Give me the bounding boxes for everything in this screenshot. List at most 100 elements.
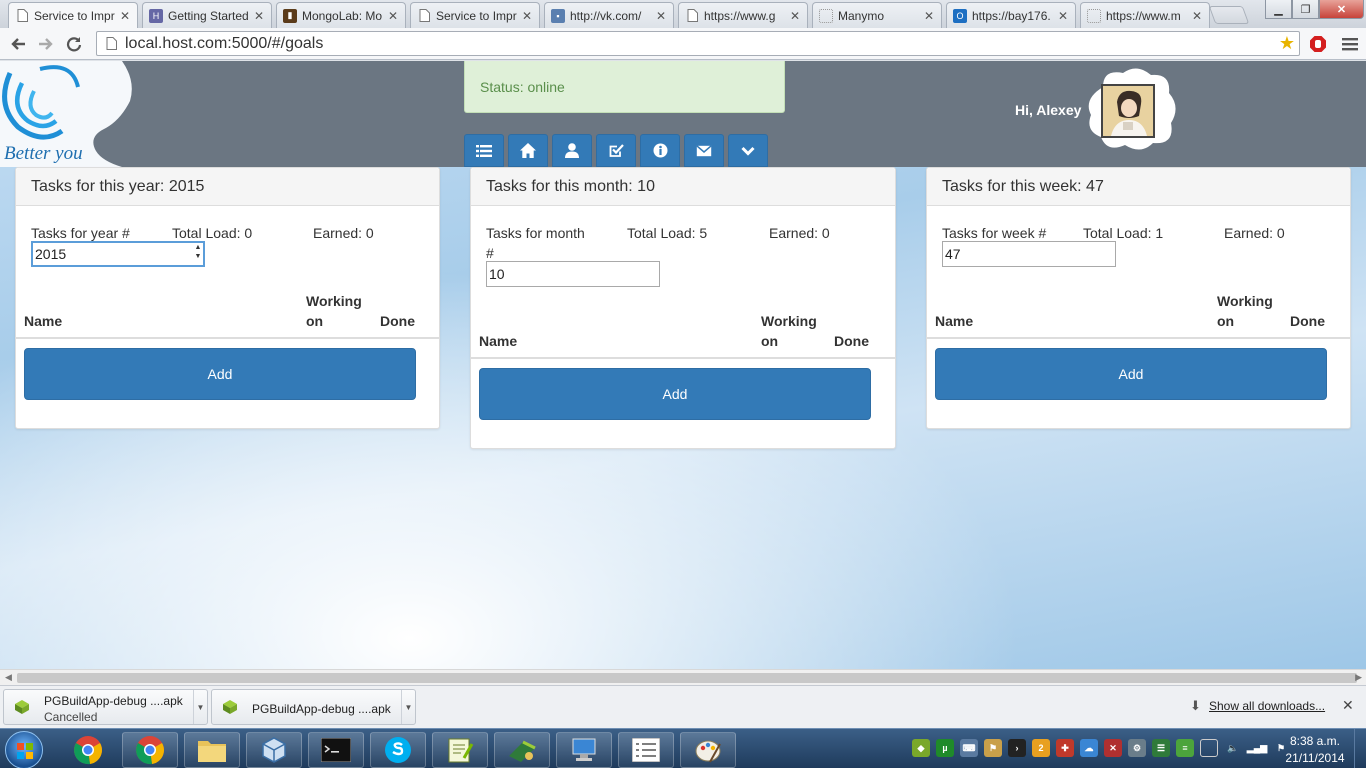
scroll-right-arrow-icon[interactable]: ▶ xyxy=(1355,672,1362,683)
col-working-on: Working on xyxy=(761,313,817,349)
maximize-button[interactable]: ❐ xyxy=(1292,0,1319,19)
tray-app-icon[interactable]: ☰ xyxy=(1152,739,1170,757)
tray-utorrent-icon[interactable]: µ xyxy=(936,739,954,757)
tray-flag-icon[interactable]: ⚑ xyxy=(984,739,1002,757)
download-item[interactable]: PGBuildApp-debug ....apk ▼ xyxy=(211,689,416,725)
tab-title: https://bay176. xyxy=(972,8,1051,23)
new-tab-button[interactable] xyxy=(1208,6,1250,24)
forward-button[interactable] xyxy=(34,32,58,56)
horizontal-scrollbar[interactable]: ◀ ▶ xyxy=(0,669,1366,685)
tray-gear-icon[interactable]: ⚙ xyxy=(1128,739,1146,757)
address-bar[interactable]: ★ xyxy=(96,31,1300,56)
show-desktop-button[interactable] xyxy=(1354,729,1366,768)
scroll-left-arrow-icon[interactable]: ◀ xyxy=(5,672,12,683)
close-icon[interactable]: ✕ xyxy=(655,9,667,23)
scrollbar-thumb[interactable] xyxy=(17,673,1357,683)
chrome-active-taskbar-button[interactable] xyxy=(122,732,178,768)
page-icon xyxy=(1087,8,1101,23)
tray-security-icon[interactable]: ✚ xyxy=(1056,739,1074,757)
week-number-input[interactable] xyxy=(942,241,1116,267)
chrome-taskbar-icon[interactable] xyxy=(60,732,116,768)
year-number-label: Tasks for year # xyxy=(31,225,130,241)
user-greeting: Hi, Alexey xyxy=(1015,102,1082,118)
notepad-plus-icon[interactable] xyxy=(432,732,488,768)
android-tool-icon[interactable] xyxy=(494,732,550,768)
browser-toolbar: ★ xyxy=(0,28,1366,60)
add-year-task-button[interactable]: Add xyxy=(24,348,416,400)
close-icon[interactable]: ✕ xyxy=(521,9,533,23)
chevron-down-icon[interactable]: ▼ xyxy=(401,690,415,724)
nav-user-button[interactable] xyxy=(552,134,592,167)
close-icon[interactable]: ✕ xyxy=(253,9,265,23)
nav-tasks-button[interactable] xyxy=(596,134,636,167)
user-icon xyxy=(565,143,579,158)
menu-icon[interactable] xyxy=(1338,32,1362,56)
add-week-task-button[interactable]: Add xyxy=(935,348,1327,400)
nav-mail-button[interactable] xyxy=(684,134,724,167)
close-icon[interactable]: ✕ xyxy=(1191,9,1203,23)
tray-terminal-icon[interactable]: › xyxy=(1008,739,1026,757)
back-button[interactable] xyxy=(6,32,30,56)
tab-service-to-improve-2[interactable]: Service to Impr ✕ xyxy=(410,2,540,28)
spinner-arrows[interactable]: ▲ ▼ xyxy=(193,243,203,261)
window-close-button[interactable]: ✕ xyxy=(1319,0,1364,19)
file-explorer-icon[interactable] xyxy=(184,732,240,768)
mongolab-icon: ▮ xyxy=(283,8,297,23)
page-icon xyxy=(102,35,120,53)
tray-keyboard-icon[interactable]: ⌨ xyxy=(960,739,978,757)
col-done: Done xyxy=(834,333,869,349)
tray-alert-icon[interactable]: ✕ xyxy=(1104,739,1122,757)
tab-getting-started[interactable]: H Getting Started ✕ xyxy=(142,2,272,28)
nav-home-button[interactable] xyxy=(508,134,548,167)
tray-cloud-icon[interactable]: ☁ xyxy=(1080,739,1098,757)
remote-desktop-icon[interactable] xyxy=(556,732,612,768)
virtualbox-icon[interactable] xyxy=(246,732,302,768)
paint-icon[interactable] xyxy=(680,732,736,768)
system-clock[interactable]: 8:38 a.m. 21/11/2014 xyxy=(1284,733,1346,767)
tab-service-to-improve[interactable]: Service to Impr ✕ xyxy=(8,2,138,28)
close-icon[interactable]: ✕ xyxy=(1057,9,1069,23)
vk-icon: ▪ xyxy=(551,8,565,23)
nav-more-button[interactable] xyxy=(728,134,768,167)
table-divider xyxy=(16,337,439,339)
avatar[interactable] xyxy=(1101,84,1155,138)
adblock-icon[interactable] xyxy=(1306,32,1330,56)
add-month-task-button[interactable]: Add xyxy=(479,368,871,420)
nav-list-button[interactable] xyxy=(464,134,504,167)
start-button[interactable] xyxy=(5,731,43,768)
close-icon[interactable]: ✕ xyxy=(923,9,935,23)
command-prompt-icon[interactable] xyxy=(308,732,364,768)
download-item[interactable]: PGBuildApp-debug ....apk Cancelled ▼ xyxy=(3,689,208,725)
tab-https-g[interactable]: https://www.g ✕ xyxy=(678,2,808,28)
tray-notification-icon[interactable]: 2 xyxy=(1032,739,1050,757)
network-signal-icon[interactable]: ▂▄▆ xyxy=(1247,739,1267,757)
close-icon[interactable]: ✕ xyxy=(119,9,131,23)
year-number-input[interactable] xyxy=(31,241,205,267)
browser-tabstrip: Service to Impr ✕ H Getting Started ✕ ▮ … xyxy=(0,0,1366,28)
logo[interactable]: Better you xyxy=(0,61,136,167)
tab-manymo[interactable]: Manymo ✕ xyxy=(812,2,942,28)
skype-icon[interactable] xyxy=(370,732,426,768)
bookmark-star-icon[interactable]: ★ xyxy=(1275,33,1299,54)
chevron-down-icon[interactable]: ▼ xyxy=(193,690,207,724)
url-input[interactable] xyxy=(120,34,1275,53)
close-icon[interactable]: ✕ xyxy=(387,9,399,23)
close-icon[interactable]: ✕ xyxy=(789,9,801,23)
nav-info-button[interactable] xyxy=(640,134,680,167)
task-list-icon[interactable] xyxy=(618,732,674,768)
volume-icon[interactable]: 🔈 xyxy=(1224,739,1242,757)
month-number-input[interactable] xyxy=(486,261,660,287)
battery-icon[interactable] xyxy=(1200,739,1218,757)
reload-button[interactable] xyxy=(62,32,86,56)
tray-sync-icon[interactable]: ≡ xyxy=(1176,739,1194,757)
tab-vk[interactable]: ▪ http://vk.com/ ✕ xyxy=(544,2,674,28)
year-number-field[interactable]: ▲▼ xyxy=(31,241,205,267)
minimize-button[interactable]: ▁ xyxy=(1265,0,1292,19)
tab-mongolab[interactable]: ▮ MongoLab: Mo ✕ xyxy=(276,2,406,28)
tab-outlook[interactable]: O https://bay176. ✕ xyxy=(946,2,1076,28)
show-all-downloads-link[interactable]: Show all downloads... xyxy=(1209,699,1325,713)
apk-file-icon xyxy=(223,700,237,714)
tray-android-icon[interactable]: ◆ xyxy=(912,739,930,757)
close-icon[interactable]: ✕ xyxy=(1342,697,1354,714)
tab-https-m[interactable]: https://www.m ✕ xyxy=(1080,2,1210,28)
